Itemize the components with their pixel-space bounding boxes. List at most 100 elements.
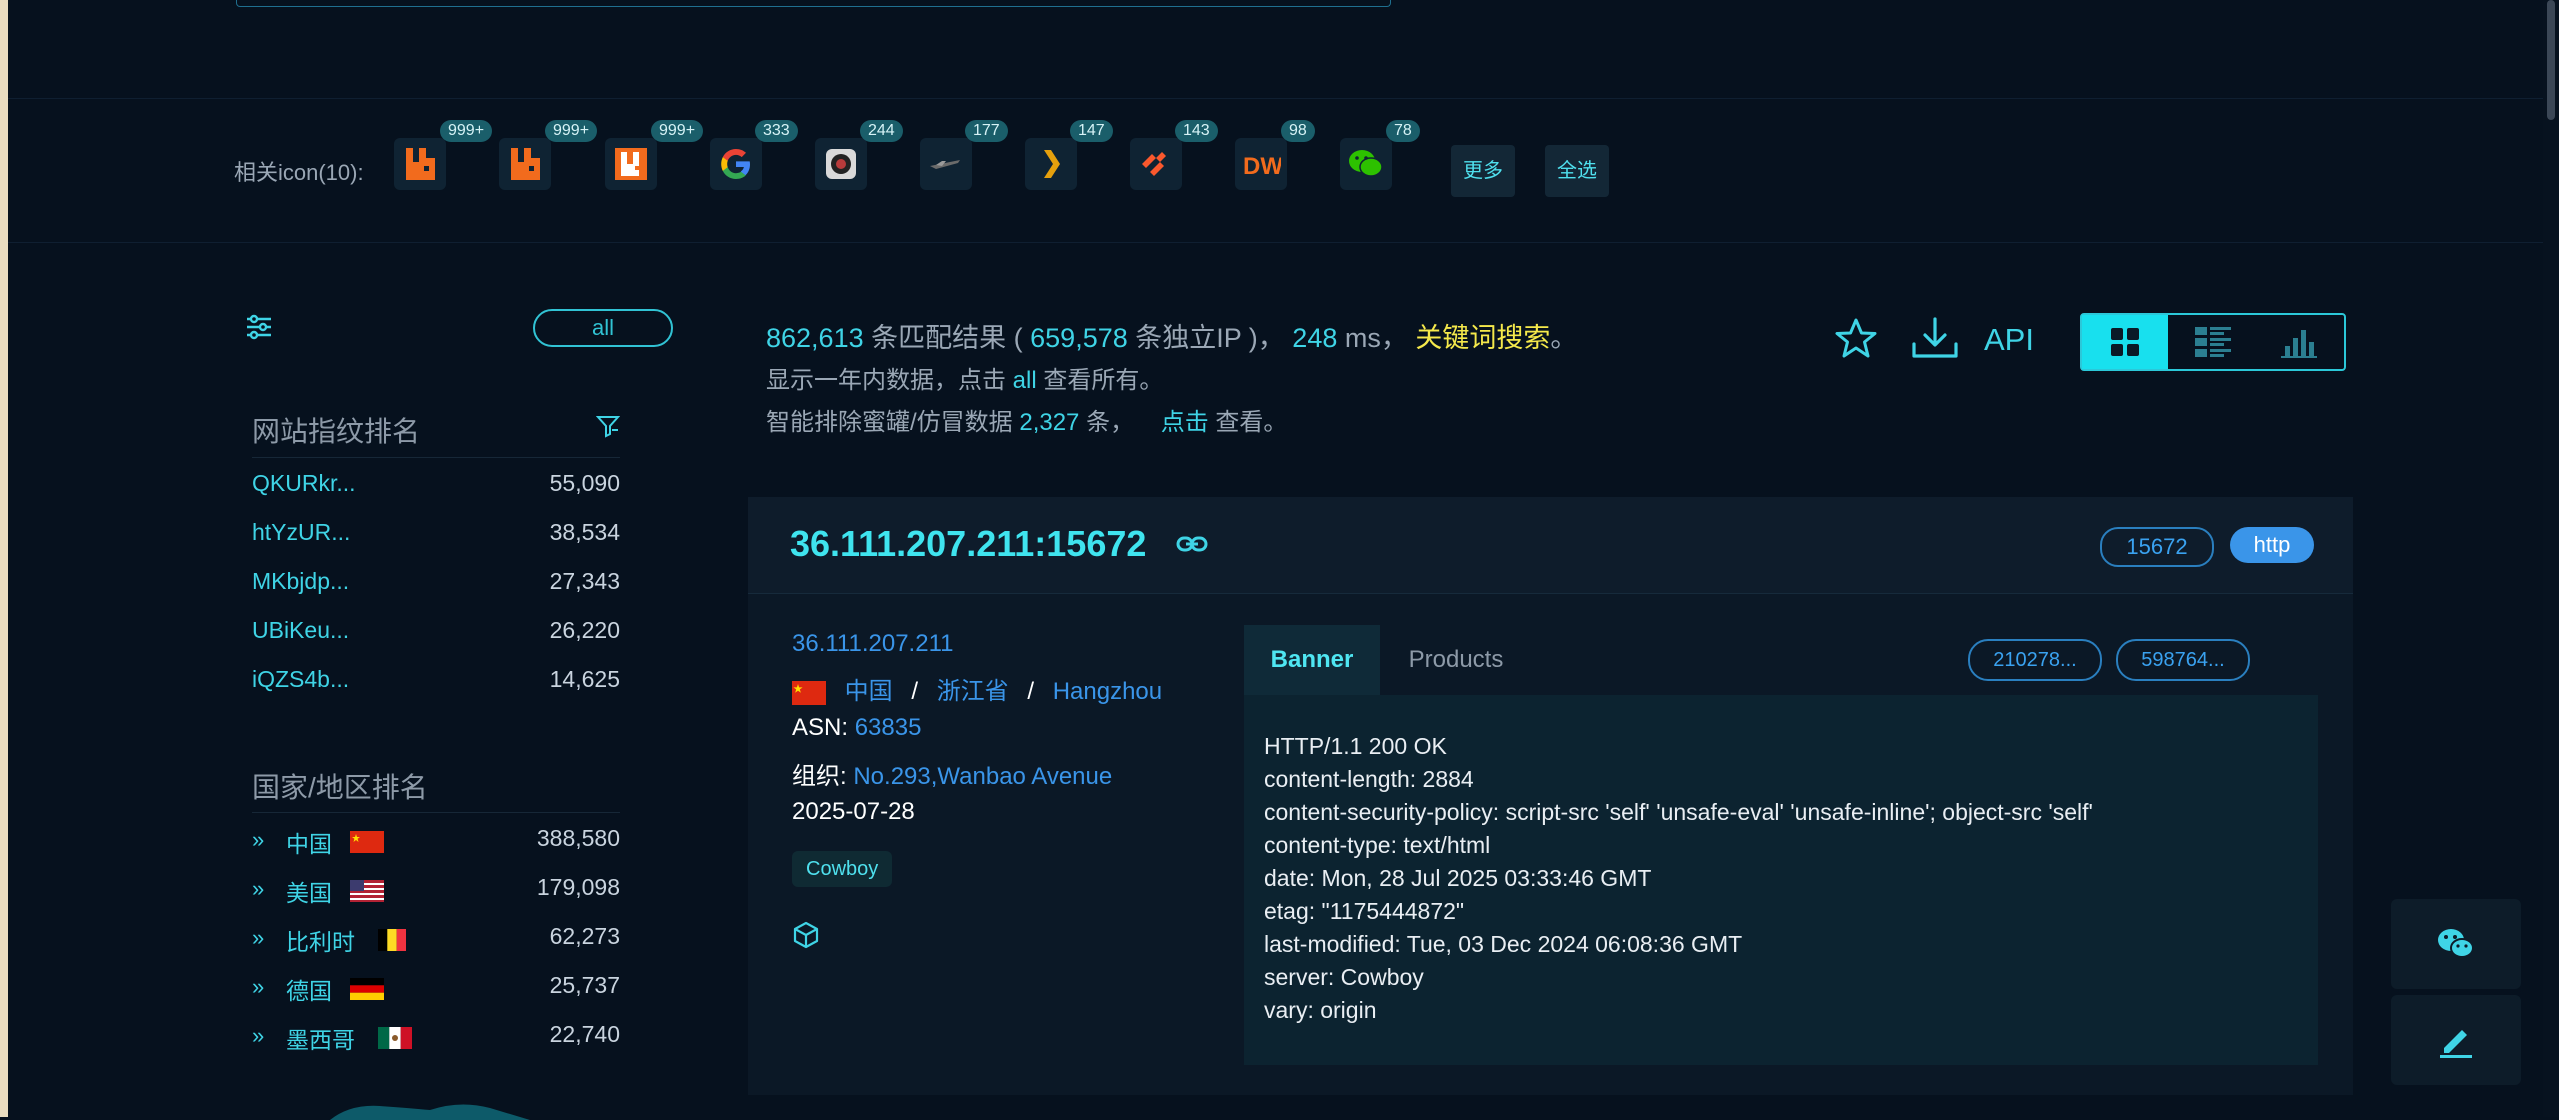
icon-count-badge: 999+ xyxy=(651,120,704,142)
svg-text:DW: DW xyxy=(1243,153,1281,180)
view-mode-toggle[interactable] xyxy=(2080,313,2346,371)
country-name[interactable]: 美国 xyxy=(286,874,332,908)
plane-icon[interactable] xyxy=(920,138,972,190)
icon-count-badge: 999+ xyxy=(545,120,598,142)
api-button[interactable]: API xyxy=(1984,322,2034,358)
fingerprint-count: 55,090 xyxy=(549,470,620,496)
search-input[interactable] xyxy=(236,0,1391,7)
result-summary: 862,613 条匹配结果 ( 659,578 条独立IP )， 248 ms，… xyxy=(766,323,1578,353)
server-tag[interactable]: Cowboy xyxy=(792,851,893,887)
chart-view-button[interactable] xyxy=(2256,315,2342,369)
banner-line: content-length: 2884 xyxy=(1264,766,1474,792)
country-row[interactable]: » 美国 179,098 xyxy=(252,874,620,918)
wechat-icon[interactable] xyxy=(1340,138,1392,190)
banner-line: HTTP/1.1 200 OK xyxy=(1264,733,1447,759)
divider xyxy=(252,812,620,813)
flag-mx-icon xyxy=(378,1027,412,1049)
location-city[interactable]: Hangzhou xyxy=(1053,678,1162,705)
icon-count-badge: 177 xyxy=(965,120,1008,142)
org-link[interactable]: No.293,Wanbao Avenue xyxy=(853,763,1112,790)
select-all-button[interactable]: 全选 xyxy=(1545,145,1609,197)
protocol-tag[interactable]: http xyxy=(2230,527,2314,563)
star-icon[interactable] xyxy=(1833,316,1879,367)
view-honeypot-link[interactable]: 点击 xyxy=(1161,409,1209,436)
banner-line: content-security-policy: script-src 'sel… xyxy=(1264,799,2093,825)
feedback-button[interactable] xyxy=(2391,995,2521,1085)
country-count: 388,580 xyxy=(536,825,620,851)
bar-chart-icon xyxy=(2281,330,2317,358)
fingerprint-name[interactable]: UBiKeu... xyxy=(252,617,349,644)
icon-count-badge: 98 xyxy=(1281,120,1315,142)
chevron-right-icon: » xyxy=(252,827,265,852)
tab-products[interactable]: Products xyxy=(1380,625,1532,695)
fingerprint-row[interactable]: QKURkr... 55,090 xyxy=(252,470,620,514)
fingerprint-count: 26,220 xyxy=(549,617,620,643)
country-row[interactable]: » 中国 388,580 xyxy=(252,825,620,869)
result-ip-link[interactable]: 36.111.207.211 xyxy=(792,630,953,658)
flag-be-icon xyxy=(378,929,406,951)
country-row[interactable]: » 比利时 62,273 xyxy=(252,923,620,967)
grid-view-button[interactable] xyxy=(2082,315,2168,369)
unique-ip-count: 659,578 xyxy=(1030,323,1128,353)
country-name[interactable]: 中国 xyxy=(286,825,332,859)
country-name[interactable]: 比利时 xyxy=(286,923,355,957)
filter-settings-icon[interactable] xyxy=(244,312,274,347)
camera-icon[interactable] xyxy=(815,138,867,190)
fingerprint-count: 14,625 xyxy=(549,666,620,692)
tab-banner[interactable]: Banner xyxy=(1244,625,1380,698)
wechat-contact-button[interactable] xyxy=(2391,899,2521,989)
rabbitmq-icon[interactable] xyxy=(499,138,551,190)
fingerprint-row[interactable]: htYzUR... 38,534 xyxy=(252,519,620,563)
list-view-button[interactable] xyxy=(2170,315,2256,369)
fingerprint-name[interactable]: htYzUR... xyxy=(252,519,350,546)
country-count: 25,737 xyxy=(549,972,620,998)
banner-line: date: Mon, 28 Jul 2025 03:33:46 GMT xyxy=(1264,865,1652,891)
keyword-search-link[interactable]: 关键词搜索 xyxy=(1415,323,1550,353)
download-icon[interactable] xyxy=(1910,316,1960,367)
flag-us-icon xyxy=(350,880,384,902)
all-filter-button[interactable]: all xyxy=(533,309,673,347)
funnel-icon[interactable] xyxy=(595,414,621,443)
fingerprint-row[interactable]: MKbjdp... 27,343 xyxy=(252,568,620,612)
honeypot-count: 2,327 xyxy=(1019,409,1080,436)
rabbitmq-icon[interactable] xyxy=(605,138,657,190)
hash-tag[interactable]: 598764... xyxy=(2116,639,2250,681)
result-location: 中国 / 浙江省 / Hangzhou xyxy=(792,671,1162,706)
country-count: 62,273 xyxy=(549,923,620,949)
fingerprint-row[interactable]: UBiKeu... 26,220 xyxy=(252,617,620,661)
scrollbar[interactable] xyxy=(2543,0,2559,1117)
fingerprint-row[interactable]: iQZS4b... 14,625 xyxy=(252,666,620,710)
fingerprint-ranking-title: 网站指纹排名 xyxy=(252,416,421,447)
dw-icon[interactable]: DW xyxy=(1235,138,1287,190)
result-host-title[interactable]: 36.111.207.211:15672 xyxy=(790,523,1146,565)
banner-line: etag: "1175444872" xyxy=(1264,898,1465,924)
result-tabs: Banner Products 210278... 598764... xyxy=(1244,625,2318,698)
country-row[interactable]: » 墨西哥 22,740 xyxy=(252,1021,620,1065)
location-country[interactable]: 中国 xyxy=(845,678,893,705)
fingerprint-name[interactable]: iQZS4b... xyxy=(252,666,349,693)
result-org: 组织: No.293,Wanbao Avenue xyxy=(792,763,1113,790)
fingerprint-name[interactable]: QKURkr... xyxy=(252,470,356,497)
asn-link[interactable]: 63835 xyxy=(855,714,922,741)
country-name[interactable]: 墨西哥 xyxy=(286,1021,355,1055)
google-icon[interactable] xyxy=(710,138,762,190)
paloalto-icon[interactable] xyxy=(1130,138,1182,190)
icon-count-badge: 999+ xyxy=(440,120,493,142)
icon-count-badge: 333 xyxy=(755,120,798,142)
cube-icon[interactable] xyxy=(792,921,820,954)
scrollbar-thumb[interactable] xyxy=(2547,0,2555,120)
world-map-decoration xyxy=(330,1104,530,1120)
location-province[interactable]: 浙江省 xyxy=(937,678,1009,705)
show-all-link[interactable]: all xyxy=(1013,367,1037,394)
wechat-icon xyxy=(2438,929,2474,958)
port-tag[interactable]: 15672 xyxy=(2100,527,2214,567)
fingerprint-name[interactable]: MKbjdp... xyxy=(252,568,349,595)
country-name[interactable]: 德国 xyxy=(286,972,332,1006)
rabbitmq-icon[interactable] xyxy=(394,138,446,190)
more-icons-button[interactable]: 更多 xyxy=(1451,145,1515,197)
plex-icon[interactable] xyxy=(1025,138,1077,190)
link-icon[interactable] xyxy=(1176,533,1208,560)
hash-tag[interactable]: 210278... xyxy=(1968,639,2102,681)
edit-icon xyxy=(2440,1030,2472,1058)
country-row[interactable]: » 德国 25,737 xyxy=(252,972,620,1016)
